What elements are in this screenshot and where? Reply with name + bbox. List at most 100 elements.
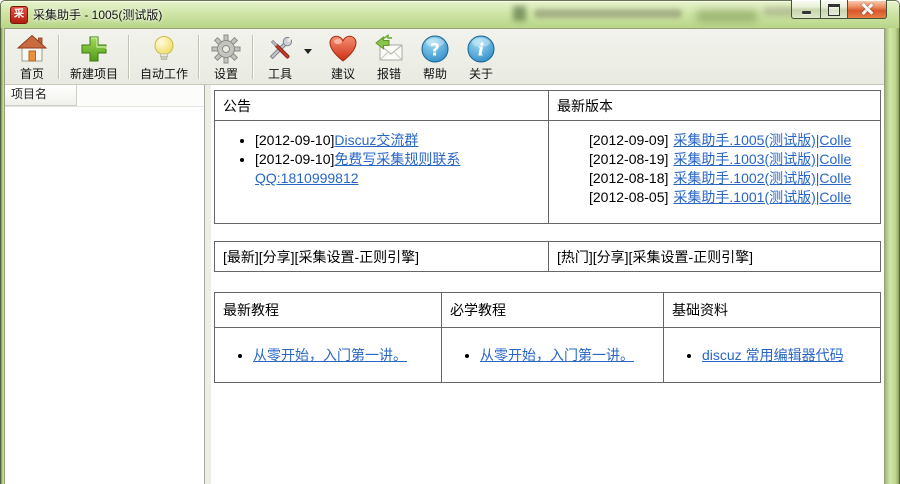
list-header-row: 项目名 bbox=[5, 85, 204, 107]
share-cell-latest: [最新][分享][采集设置-正则引擎] bbox=[214, 241, 549, 272]
announcements-cell: [2012-09-10]Discuz交流群 [2012-09-10]免费写采集规… bbox=[214, 120, 549, 224]
list-item: [2012-08-19]采集助手.1003(测试版)|Colle bbox=[589, 150, 876, 169]
chevron-down-icon bbox=[304, 49, 313, 54]
version-link[interactable]: 采集助手.1005(测试版)|Colle bbox=[673, 132, 851, 148]
background-blur-artifact bbox=[534, 9, 682, 18]
project-list[interactable] bbox=[5, 107, 204, 484]
toolbar-label: 首页 bbox=[19, 67, 44, 81]
maximize-icon bbox=[828, 4, 840, 16]
list-item: [2012-09-10]免费写采集规则联系QQ:1810999812 bbox=[255, 150, 544, 188]
toolbar-label: 设置 bbox=[214, 67, 239, 81]
project-list-panel: 项目名 bbox=[5, 85, 205, 484]
tutorials-table: 最新教程 必学教程 基础资料 从零开始，入门第一讲。 从零开始，入门第一讲。 d… bbox=[214, 292, 881, 383]
background-blur-artifact bbox=[696, 10, 758, 22]
list-item: 从零开始，入门第一讲。 bbox=[480, 346, 663, 365]
window-frame-right bbox=[885, 28, 900, 484]
item-date: [2012-08-19] bbox=[589, 151, 669, 167]
toolbar-label: 自动工作 bbox=[140, 67, 189, 81]
tutorial-list: discuz 常用编辑器代码 bbox=[664, 346, 880, 365]
versions-header: 最新版本 bbox=[548, 90, 881, 121]
toolbar-button-help[interactable]: ? 帮助 bbox=[412, 31, 458, 84]
titlebar[interactable]: 采 采集助手 - 1005(测试版) bbox=[0, 0, 900, 28]
heart-icon bbox=[329, 35, 357, 62]
tutorials-cell: 从零开始，入门第一讲。 bbox=[441, 327, 664, 383]
announcements-header: 公告 bbox=[214, 90, 549, 121]
version-link[interactable]: 采集助手.1001(测试版)|Colle bbox=[673, 189, 851, 205]
item-date: [2012-09-10] bbox=[255, 132, 335, 148]
tutorial-link[interactable]: 从零开始，入门第一讲。 bbox=[253, 347, 407, 363]
item-date: [2012-09-10] bbox=[255, 151, 335, 167]
client-area: 首页 新建项目 自动工作 设置 工具 建议 报错 ? 帮助 i 关于 项目名 公… bbox=[4, 28, 885, 484]
minimize-icon bbox=[801, 10, 811, 14]
item-date: [2012-08-05] bbox=[589, 189, 669, 205]
list-item: [2012-09-10]Discuz交流群 bbox=[255, 131, 544, 150]
announcements-list: [2012-09-10]Discuz交流群 [2012-09-10]免费写采集规… bbox=[215, 131, 544, 188]
lightbulb-icon bbox=[154, 36, 174, 60]
version-link[interactable]: 采集助手.1003(测试版)|Colle bbox=[673, 151, 851, 167]
versions-cell: [2012-09-09]采集助手.1005(测试版)|Colle [2012-0… bbox=[548, 120, 881, 224]
list-item: [2012-09-09]采集助手.1005(测试版)|Colle bbox=[589, 131, 876, 150]
toolbar-button-settings[interactable]: 设置 bbox=[203, 31, 249, 84]
list-item: [2012-08-05]采集助手.1001(测试版)|Colle bbox=[589, 188, 876, 207]
toolbar-button-home[interactable]: 首页 bbox=[9, 31, 55, 84]
house-icon bbox=[16, 34, 48, 62]
toolbar-label: 新建项目 bbox=[70, 67, 119, 81]
info-circle-icon: i bbox=[467, 35, 495, 63]
close-button[interactable] bbox=[847, 0, 887, 19]
tutorials-cell: 从零开始，入门第一讲。 bbox=[214, 327, 442, 383]
tutorial-link[interactable]: discuz 常用编辑器代码 bbox=[702, 347, 844, 363]
toolbar-button-suggest[interactable]: 建议 bbox=[320, 31, 366, 84]
tutorial-link[interactable]: 从零开始，入门第一讲。 bbox=[480, 347, 634, 363]
toolbar-label: 建议 bbox=[331, 67, 356, 81]
toolbar: 首页 新建项目 自动工作 设置 工具 建议 报错 ? 帮助 i 关于 bbox=[5, 29, 884, 85]
tutorial-list: 从零开始，入门第一讲。 bbox=[215, 346, 441, 365]
item-date: [2012-09-09] bbox=[589, 132, 669, 148]
versions-list: [2012-09-09]采集助手.1005(测试版)|Colle [2012-0… bbox=[549, 131, 876, 207]
maximize-button[interactable] bbox=[820, 0, 847, 19]
toolbar-separator bbox=[198, 35, 201, 79]
hammer-wrench-icon bbox=[269, 36, 293, 60]
background-blur-artifact bbox=[513, 6, 526, 21]
tutorial-list: 从零开始，入门第一讲。 bbox=[442, 346, 663, 365]
toolbar-button-report[interactable]: 报错 bbox=[366, 31, 412, 84]
svg-text:?: ? bbox=[430, 41, 440, 61]
minimize-button[interactable] bbox=[791, 0, 820, 19]
toolbar-separator bbox=[58, 35, 60, 79]
tutorials-header-must-learn: 必学教程 bbox=[441, 292, 664, 328]
item-date: [2012-08-18] bbox=[589, 170, 669, 186]
toolbar-button-new-project[interactable]: 新建项目 bbox=[63, 31, 125, 84]
share-table: [最新][分享][采集设置-正则引擎] [热门][分享][采集设置-正则引擎] bbox=[214, 241, 881, 272]
version-link[interactable]: 采集助手.1002(测试版)|Colle bbox=[673, 170, 851, 186]
window-title: 采集助手 - 1005(测试版) bbox=[33, 8, 163, 22]
svg-text:i: i bbox=[478, 41, 484, 61]
column-header-project-name[interactable]: 项目名 bbox=[5, 85, 77, 106]
green-plus-icon bbox=[81, 36, 107, 62]
question-circle-icon: ? bbox=[421, 35, 449, 63]
announcement-link[interactable]: Discuz交流群 bbox=[334, 132, 418, 148]
main-browser: 公告 最新版本 [2012-09-10]Discuz交流群 [2012-09-1… bbox=[211, 85, 884, 484]
app-logo-icon: 采 bbox=[10, 5, 28, 24]
toolbar-button-auto-work[interactable]: 自动工作 bbox=[133, 31, 195, 84]
tools-dropdown-button[interactable] bbox=[303, 31, 320, 84]
list-item: 从零开始，入门第一讲。 bbox=[253, 346, 441, 365]
toolbar-label: 帮助 bbox=[423, 67, 448, 81]
toolbar-label: 工具 bbox=[268, 67, 293, 81]
content-area: 项目名 公告 最新版本 [2012-09-10]Disc bbox=[5, 85, 884, 484]
list-item: [2012-08-18]采集助手.1002(测试版)|Colle bbox=[589, 169, 876, 188]
share-cell-hot: [热门][分享][采集设置-正则引擎] bbox=[548, 241, 881, 272]
envelope-arrows-icon bbox=[375, 34, 403, 61]
toolbar-label: 关于 bbox=[469, 67, 494, 81]
gear-icon bbox=[211, 34, 241, 64]
app-window: 采 采集助手 - 1005(测试版) 首页 新建项目 自动工作 设置 工具 建议… bbox=[0, 0, 900, 484]
caption-buttons bbox=[791, 0, 887, 19]
toolbar-separator bbox=[252, 35, 255, 79]
close-icon bbox=[861, 3, 873, 15]
toolbar-label: 报错 bbox=[377, 67, 402, 81]
news-table: 公告 最新版本 [2012-09-10]Discuz交流群 [2012-09-1… bbox=[214, 90, 881, 224]
tutorials-header-latest: 最新教程 bbox=[214, 292, 442, 328]
toolbar-button-about[interactable]: i 关于 bbox=[458, 31, 504, 84]
toolbar-separator bbox=[128, 35, 131, 79]
toolbar-button-tools[interactable]: 工具 bbox=[257, 31, 303, 84]
tutorials-header-basics: 基础资料 bbox=[663, 292, 881, 328]
tutorials-cell: discuz 常用编辑器代码 bbox=[663, 327, 881, 383]
